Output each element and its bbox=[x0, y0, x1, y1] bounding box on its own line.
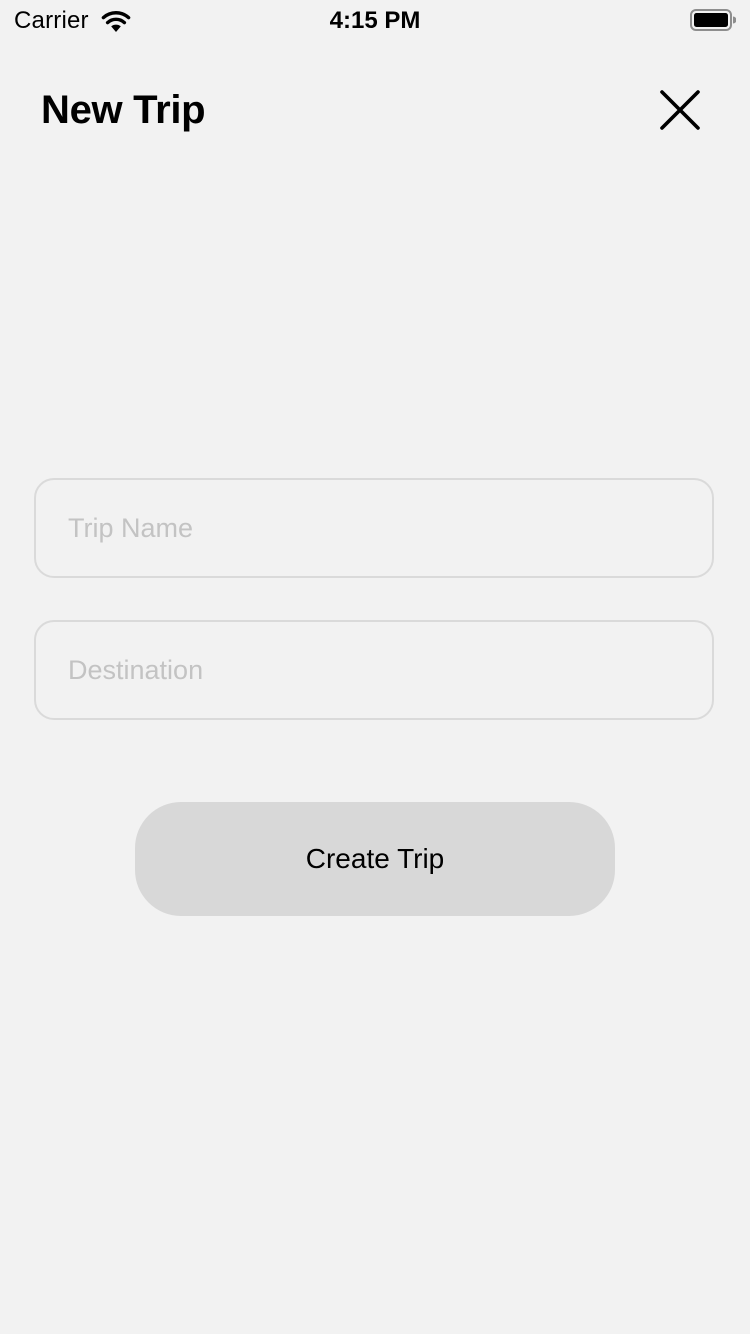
status-time: 4:15 PM bbox=[329, 7, 421, 34]
close-icon bbox=[660, 90, 700, 130]
status-bar: Carrier 4:15 PM bbox=[0, 0, 750, 40]
close-button[interactable] bbox=[652, 82, 708, 138]
destination-input[interactable] bbox=[34, 620, 714, 720]
trip-name-input[interactable] bbox=[34, 478, 714, 578]
create-trip-button[interactable]: Create Trip bbox=[135, 802, 615, 916]
page-title: New Trip bbox=[41, 88, 206, 132]
battery-full-icon bbox=[690, 9, 736, 31]
